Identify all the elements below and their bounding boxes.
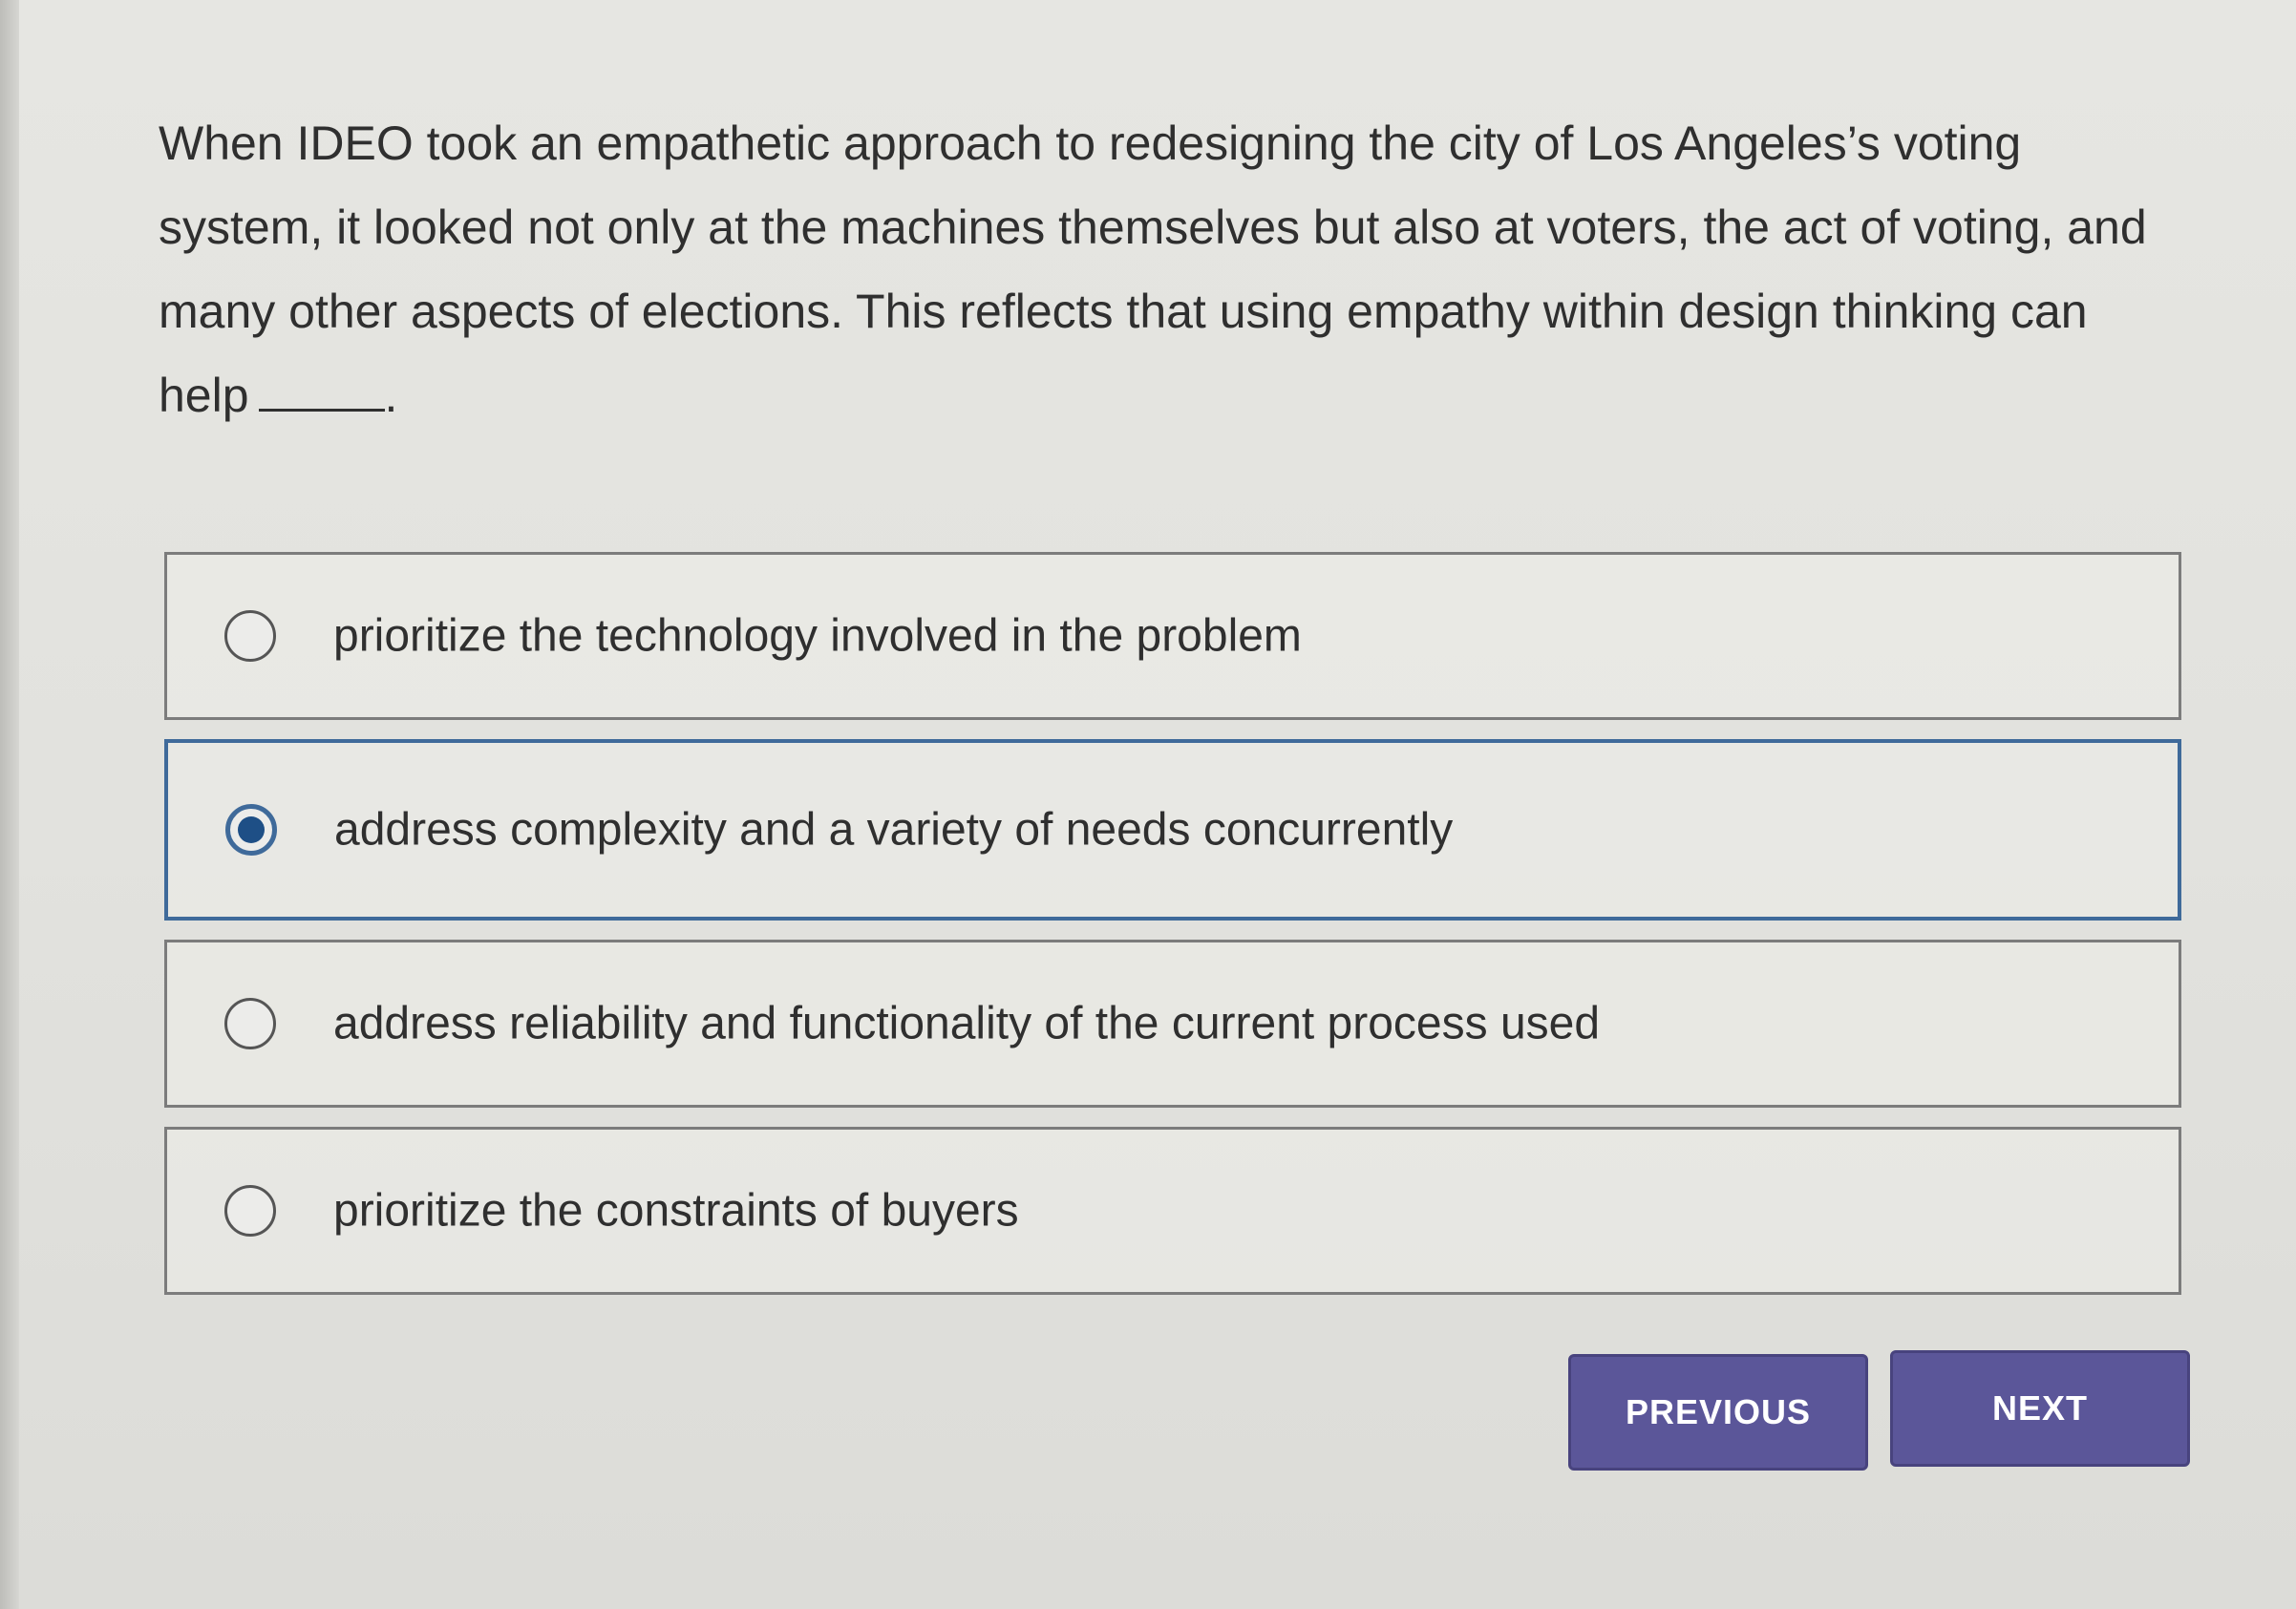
question-body: When IDEO took an empathetic approach to… bbox=[159, 116, 2147, 422]
radio-unchecked-icon[interactable] bbox=[224, 998, 276, 1049]
choice-label: address reliability and functionality of… bbox=[333, 998, 1601, 1049]
screen-edge bbox=[0, 0, 19, 1609]
previous-button[interactable]: PREVIOUS bbox=[1568, 1354, 1868, 1471]
radio-checked-icon[interactable] bbox=[225, 804, 277, 856]
choice-option-2[interactable]: address complexity and a variety of need… bbox=[164, 739, 2181, 921]
answer-blank bbox=[258, 370, 385, 412]
choice-label: prioritize the constraints of buyers bbox=[333, 1185, 1019, 1237]
choice-option-3[interactable]: address reliability and functionality of… bbox=[164, 940, 2181, 1108]
choice-option-1[interactable]: prioritize the technology involved in th… bbox=[164, 552, 2181, 720]
quiz-page: When IDEO took an empathetic approach to… bbox=[0, 0, 2296, 1609]
choice-label: prioritize the technology involved in th… bbox=[333, 610, 1302, 662]
next-button[interactable]: NEXT bbox=[1890, 1350, 2190, 1467]
choice-label: address complexity and a variety of need… bbox=[334, 804, 1454, 856]
question-period: . bbox=[384, 369, 398, 422]
answer-choices: prioritize the technology involved in th… bbox=[164, 552, 2181, 1314]
choice-option-4[interactable]: prioritize the constraints of buyers bbox=[164, 1127, 2181, 1295]
radio-unchecked-icon[interactable] bbox=[224, 1185, 276, 1237]
question-text: When IDEO took an empathetic approach to… bbox=[159, 101, 2164, 437]
radio-unchecked-icon[interactable] bbox=[224, 610, 276, 662]
